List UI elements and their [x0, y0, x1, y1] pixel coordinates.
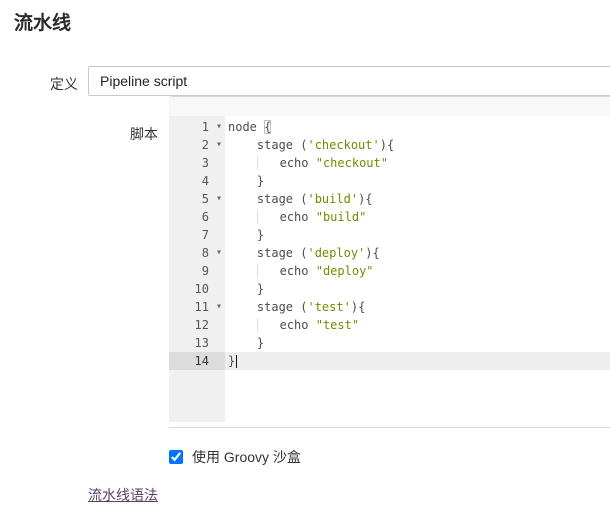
code-segment: 'deploy' [307, 246, 365, 260]
line-number: 7 [202, 228, 209, 242]
definition-selected-value: Pipeline script [100, 73, 187, 89]
line-number: 2 [202, 138, 209, 152]
code-segment: stage ( [228, 192, 307, 206]
script-editor[interactable]: 1▾2▾345▾678▾91011▾121314 node { stage ('… [169, 96, 610, 428]
gutter-cell: 11 ▾ [169, 298, 225, 316]
code-line[interactable]: } [225, 226, 610, 244]
groovy-sandbox-checkbox[interactable] [169, 450, 183, 464]
code-line[interactable]: echo "deploy" [225, 262, 610, 280]
fold-arrow-icon[interactable]: ▾ [216, 298, 222, 316]
code-segment: echo [280, 210, 316, 224]
line-number: 12 [195, 318, 209, 332]
code-segment: 'test' [307, 300, 350, 314]
code-line[interactable]: } [225, 172, 610, 190]
code-segment: node [228, 120, 264, 134]
code-segment: ){ [358, 192, 372, 206]
code-segment: echo [280, 318, 316, 332]
code-line[interactable]: stage ('build'){ [225, 190, 610, 208]
code-segment: 'checkout' [307, 138, 379, 152]
line-number: 1 [202, 120, 209, 134]
definition-select[interactable]: Pipeline script [88, 66, 610, 96]
code-segment: "build" [316, 210, 367, 224]
gutter-cell: 13 [169, 334, 225, 352]
line-number: 5 [202, 192, 209, 206]
fold-arrow-icon[interactable]: ▾ [216, 244, 222, 262]
fold-arrow-icon[interactable]: ▾ [216, 118, 222, 136]
gutter-cell: 10 [169, 280, 225, 298]
code-segment: } [228, 354, 235, 368]
editor-gutter: 1▾2▾345▾678▾91011▾121314 [169, 116, 225, 422]
gutter-cell: 1▾ [169, 118, 225, 136]
code-segment: "deploy" [316, 264, 374, 278]
line-number: 3 [202, 156, 209, 170]
editor-code-area[interactable]: node { stage ('checkout'){ echo "checkou… [225, 116, 610, 422]
fold-arrow-icon[interactable]: ▾ [216, 136, 222, 154]
line-number: 9 [202, 264, 209, 278]
gutter-cell: 9 [169, 262, 225, 280]
code-segment [257, 318, 280, 332]
code-line[interactable]: } [225, 334, 610, 352]
line-number: 11 [195, 300, 209, 314]
line-number: 14 [195, 354, 209, 368]
code-segment [228, 264, 257, 278]
gutter-cell: 6 [169, 208, 225, 226]
code-segment: 'build' [307, 192, 358, 206]
line-number: 10 [195, 282, 209, 296]
gutter-cell: 14 [169, 352, 225, 370]
line-number: 4 [202, 174, 209, 188]
gutter-cell: 12 [169, 316, 225, 334]
code-segment [257, 210, 280, 224]
code-line[interactable]: stage ('test'){ [225, 298, 610, 316]
code-segment: } [228, 174, 264, 188]
page-title: 流水线 [14, 8, 71, 35]
code-segment: } [228, 228, 264, 242]
gutter-cell: 7 [169, 226, 225, 244]
code-segment: } [228, 282, 264, 296]
code-segment: echo [280, 156, 316, 170]
code-segment: ){ [365, 246, 379, 260]
definition-label: 定义 [0, 74, 78, 94]
groovy-sandbox-label: 使用 Groovy 沙盒 [192, 449, 301, 466]
fold-arrow-icon[interactable]: ▾ [216, 190, 222, 208]
code-segment: ){ [351, 300, 365, 314]
pipeline-syntax-link[interactable]: 流水线语法 [88, 485, 158, 505]
gutter-cell: 8▾ [169, 244, 225, 262]
code-segment: echo [280, 264, 316, 278]
text-cursor [236, 355, 237, 368]
gutter-cell: 4 [169, 172, 225, 190]
line-number: 13 [195, 336, 209, 350]
editor-top-strip [169, 97, 610, 116]
code-line[interactable]: echo "test" [225, 316, 610, 334]
line-number: 6 [202, 210, 209, 224]
code-line[interactable]: echo "build" [225, 208, 610, 226]
code-segment [257, 156, 280, 170]
editor-main[interactable]: 1▾2▾345▾678▾91011▾121314 node { stage ('… [169, 116, 610, 422]
code-segment: } [228, 336, 264, 350]
code-segment: stage ( [228, 138, 307, 152]
code-line[interactable]: stage ('deploy'){ [225, 244, 610, 262]
code-line[interactable]: node { [225, 118, 610, 136]
code-segment: stage ( [228, 300, 307, 314]
gutter-cell: 5▾ [169, 190, 225, 208]
code-line[interactable]: } [225, 352, 610, 370]
code-segment: stage ( [228, 246, 307, 260]
gutter-cell: 2▾ [169, 136, 225, 154]
code-line[interactable]: stage ('checkout'){ [225, 136, 610, 154]
code-segment [228, 318, 257, 332]
code-line[interactable]: echo "checkout" [225, 154, 610, 172]
code-segment [228, 210, 257, 224]
code-line[interactable]: } [225, 280, 610, 298]
code-segment: { [264, 120, 271, 134]
code-segment: "test" [316, 318, 359, 332]
line-number: 8 [202, 246, 209, 260]
code-segment [257, 264, 280, 278]
code-segment [228, 156, 257, 170]
script-label: 脚本 [0, 124, 158, 144]
gutter-cell: 3 [169, 154, 225, 172]
code-segment: "checkout" [316, 156, 388, 170]
code-segment: ){ [380, 138, 394, 152]
